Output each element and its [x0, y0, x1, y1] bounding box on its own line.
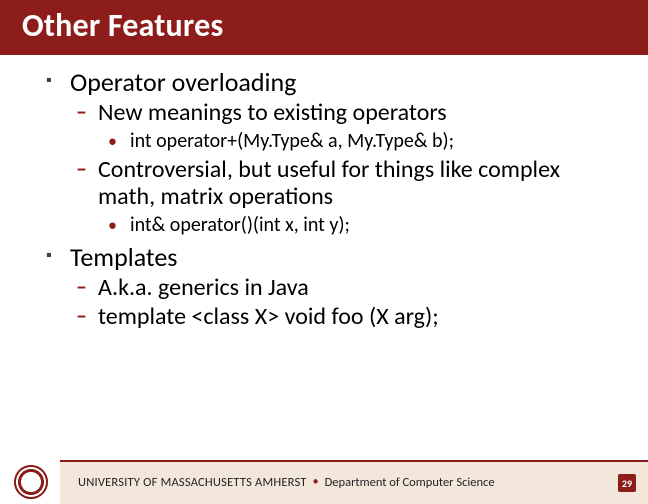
slide: Other Features ▪ Operator overloading – …: [0, 0, 648, 504]
dash-bullet-icon: –: [76, 99, 90, 125]
bullet-lvl3: • int operator+(My.Type& a, My.Type& b);: [108, 130, 618, 152]
footer-separator: •: [313, 475, 319, 489]
bullet-lvl1: ▪ Templates: [46, 242, 618, 272]
bullet-text: Operator overloading: [70, 67, 296, 97]
bullet-text: template <class X> void foo (X arg);: [98, 303, 439, 330]
bullet-text: A.k.a. generics in Java: [98, 274, 309, 301]
bullet-lvl2: – New meanings to existing operators: [76, 99, 618, 126]
university-seal-icon: [14, 465, 48, 499]
bullet-lvl1: ▪ Operator overloading: [46, 67, 618, 97]
bullet-text: New meanings to existing operators: [98, 99, 447, 126]
title-bar: Other Features: [0, 0, 648, 55]
slide-content: ▪ Operator overloading – New meanings to…: [0, 55, 648, 330]
footer-university: UNIVERSITY OF MASSACHUSETTS AMHERST: [78, 475, 307, 490]
bullet-text: Templates: [70, 242, 177, 272]
dot-bullet-icon: •: [108, 214, 122, 236]
bullet-text: int& operator()(int x, int y);: [130, 214, 350, 236]
bullet-lvl2: – template <class X> void foo (X arg);: [76, 303, 618, 330]
dash-bullet-icon: –: [76, 156, 90, 182]
dot-bullet-icon: •: [108, 130, 122, 152]
bullet-text: int operator+(My.Type& a, My.Type& b);: [130, 130, 454, 152]
page-number: 29: [618, 474, 636, 492]
square-bullet-icon: ▪: [46, 242, 60, 270]
square-bullet-icon: ▪: [46, 67, 60, 95]
dash-bullet-icon: –: [76, 274, 90, 300]
slide-title: Other Features: [22, 6, 626, 45]
dash-bullet-icon: –: [76, 303, 90, 329]
bullet-lvl2: – A.k.a. generics in Java: [76, 274, 618, 301]
footer-text: UNIVERSITY OF MASSACHUSETTS AMHERST • De…: [78, 475, 495, 490]
bullet-lvl3: • int& operator()(int x, int y);: [108, 214, 618, 236]
footer-department: Department of Computer Science: [325, 475, 495, 490]
footer: UNIVERSITY OF MASSACHUSETTS AMHERST • De…: [0, 460, 648, 504]
bullet-text: Controversial, but useful for things lik…: [98, 156, 618, 210]
bullet-lvl2: – Controversial, but useful for things l…: [76, 156, 618, 210]
